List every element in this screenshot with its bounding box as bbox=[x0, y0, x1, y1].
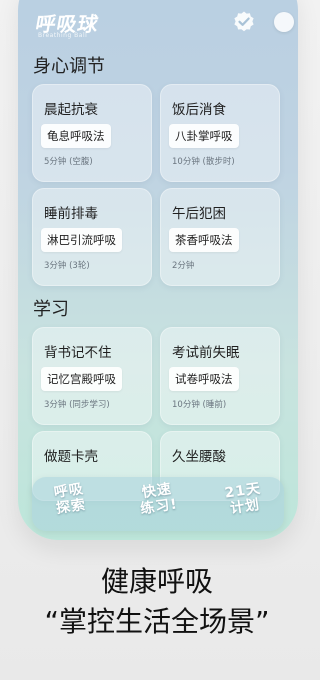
card-method-tag: 龟息呼吸法 bbox=[41, 124, 111, 148]
card-title: 午后犯困 bbox=[172, 206, 226, 222]
card-memorize-trouble[interactable]: 背书记不住 记忆宫殿呼吸 3分钟 (同步学习) bbox=[32, 327, 152, 425]
card-title: 饭后消食 bbox=[172, 102, 226, 118]
tab-breath-explore[interactable]: 呼吸 探索 bbox=[38, 479, 102, 519]
card-title: 久坐腰酸 bbox=[172, 449, 226, 465]
profile-avatar-icon[interactable] bbox=[274, 12, 294, 32]
card-duration: 3分钟 (同步学习) bbox=[44, 400, 110, 410]
tab-21-day-plan[interactable]: 21天 计划 bbox=[212, 479, 276, 519]
card-title: 做题卡壳 bbox=[44, 449, 98, 465]
card-duration: 5分钟 (空腹) bbox=[44, 157, 93, 167]
card-duration: 10分钟 (散步时) bbox=[172, 157, 235, 167]
card-pre-exam-insomnia[interactable]: 考试前失眠 试卷呼吸法 10分钟 (睡前) bbox=[160, 327, 280, 425]
card-title: 背书记不住 bbox=[44, 345, 112, 361]
phone-screen: 呼吸球 Breathing Ball 身心调节 晨起抗衰 龟息呼吸法 5分钟 (… bbox=[18, 0, 298, 540]
card-bedtime-detox[interactable]: 睡前排毒 淋巴引流呼吸 3分钟 (3轮) bbox=[32, 188, 152, 286]
card-duration: 3分钟 (3轮) bbox=[44, 261, 90, 271]
card-method-tag: 试卷呼吸法 bbox=[169, 367, 239, 391]
card-title: 睡前排毒 bbox=[44, 206, 98, 222]
verified-badge-icon[interactable] bbox=[232, 10, 256, 34]
card-duration: 10分钟 (睡前) bbox=[172, 400, 227, 410]
caption-subline: “掌控生活全场景” bbox=[44, 605, 270, 638]
card-method-tag: 茶香呼吸法 bbox=[169, 228, 239, 252]
card-title: 考试前失眠 bbox=[172, 345, 240, 361]
card-method-tag: 八卦掌呼吸 bbox=[169, 124, 239, 148]
card-duration: 2分钟 bbox=[172, 261, 195, 271]
section-title-study: 学习 bbox=[33, 299, 69, 320]
tab-quick-practice[interactable]: 快速 练习! bbox=[126, 479, 190, 519]
app-header: 呼吸球 Breathing Ball bbox=[34, 8, 294, 48]
section-title-body-mind: 身心调节 bbox=[33, 56, 105, 77]
card-afternoon-sleepy[interactable]: 午后犯困 茶香呼吸法 2分钟 bbox=[160, 188, 280, 286]
card-after-meal-digestion[interactable]: 饭后消食 八卦掌呼吸 10分钟 (散步时) bbox=[160, 84, 280, 182]
card-morning-anti-aging[interactable]: 晨起抗衰 龟息呼吸法 5分钟 (空腹) bbox=[32, 84, 152, 182]
card-title: 晨起抗衰 bbox=[44, 102, 98, 118]
card-method-tag: 记忆宫殿呼吸 bbox=[41, 367, 122, 391]
app-subtitle: Breathing Ball bbox=[38, 32, 88, 39]
caption-headline: 健康呼吸 bbox=[100, 565, 213, 598]
bottom-tab-bar: 呼吸 探索 快速 练习! 21天 计划 bbox=[32, 477, 284, 531]
card-method-tag: 淋巴引流呼吸 bbox=[41, 228, 122, 252]
